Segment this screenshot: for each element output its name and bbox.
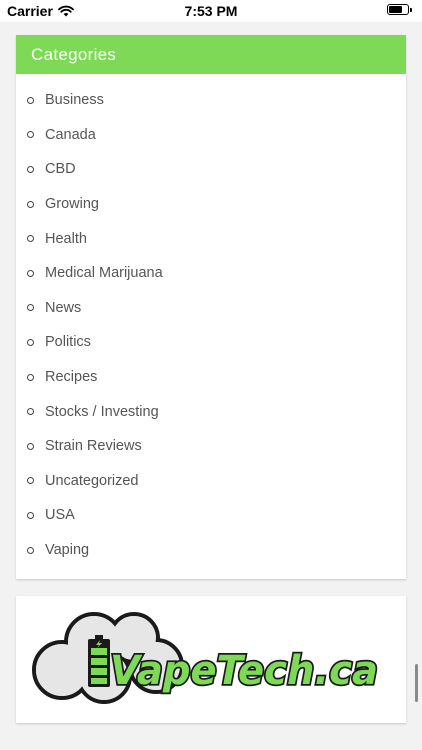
category-label: Business [45, 92, 104, 109]
category-item[interactable]: News [16, 291, 406, 326]
bullet-icon [27, 408, 34, 416]
category-label: Recipes [45, 369, 98, 386]
bullet-icon [27, 373, 34, 381]
category-label: CBD [45, 161, 76, 178]
category-label: News [45, 299, 82, 316]
bullet-icon [27, 338, 34, 346]
battery-cap [410, 7, 412, 12]
category-item[interactable]: Vaping [16, 533, 406, 568]
bullet-icon [27, 165, 34, 173]
category-list: Business Canada CBD Growing Health Medical Ma… [16, 74, 406, 567]
category-label: Health [45, 230, 87, 247]
bullet-icon [27, 269, 34, 277]
logo-text: VapeTech.ca [110, 648, 378, 694]
categories-widget: Categories Business Canada CBD Growing Healt… [16, 35, 406, 579]
bullet-icon [27, 235, 34, 243]
category-item[interactable]: Uncategorized [16, 464, 406, 499]
ad-widget: VapeTech.ca [16, 596, 406, 723]
category-item[interactable]: Stocks / Investing [16, 394, 406, 429]
category-item[interactable]: Recipes [16, 360, 406, 395]
category-item[interactable]: Growing [16, 187, 406, 222]
category-item[interactable]: Canada [16, 118, 406, 153]
category-label: Growing [45, 196, 99, 213]
category-label: Vaping [45, 542, 90, 559]
bullet-icon [27, 96, 34, 104]
category-item[interactable]: Business [16, 83, 406, 118]
clock: 7:53 PM [184, 3, 238, 19]
category-label: USA [45, 507, 75, 524]
bullet-icon [27, 546, 34, 554]
battery-logo-icon [88, 635, 110, 687]
categories-title: Categories [16, 35, 406, 74]
status-right [387, 4, 412, 15]
scrollbar[interactable] [415, 664, 418, 702]
battery-icon [387, 4, 409, 15]
bullet-icon [27, 442, 34, 450]
bullet-icon [27, 304, 34, 312]
bullet-icon [27, 131, 34, 139]
category-label: Canada [45, 126, 96, 143]
category-item[interactable]: Strain Reviews [16, 429, 406, 464]
status-bar: Carrier 7:53 PM [0, 0, 422, 22]
category-item[interactable]: Health [16, 221, 406, 256]
category-label: Medical Marijuana [45, 265, 163, 282]
category-item[interactable]: Politics [16, 325, 406, 360]
category-item[interactable]: Medical Marijuana [16, 256, 406, 291]
bullet-icon [27, 477, 34, 485]
category-label: Strain Reviews [45, 438, 142, 455]
category-label: Politics [45, 334, 91, 351]
category-label: Uncategorized [45, 472, 139, 489]
category-item[interactable]: CBD [16, 152, 406, 187]
bullet-icon [27, 511, 34, 519]
category-item[interactable]: USA [16, 498, 406, 533]
bullet-icon [27, 200, 34, 208]
category-label: Stocks / Investing [45, 403, 159, 420]
vapetech-logo[interactable]: VapeTech.ca [24, 608, 384, 708]
